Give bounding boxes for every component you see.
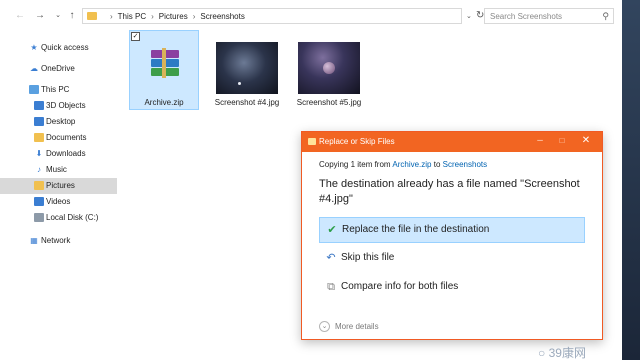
sidebar-item-label: Local Disk (C:) [46, 213, 99, 222]
recent-locations-chevron-icon[interactable]: ⌄ [52, 10, 64, 22]
breadcrumb-separator-icon: › [151, 12, 154, 21]
source-link[interactable]: Archive.zip [392, 160, 431, 169]
address-dropdown-icon[interactable]: ⌄ [466, 12, 472, 20]
folder-icon [34, 133, 44, 142]
search-placeholder: Search Screenshots [490, 12, 563, 21]
option-label: Skip this file [341, 252, 395, 263]
file-explorer-window: ← → ⌄ ↑ › This PC › Pictures › Screenshots ⌄ … [0, 0, 622, 360]
music-folder-icon: ♪ [37, 165, 41, 174]
network-icon: ▦ [30, 236, 38, 245]
more-details-label: More details [335, 322, 379, 331]
address-toolbar: ← → ⌄ ↑ › This PC › Pictures › Screenshots ⌄ … [0, 0, 622, 32]
breadcrumb-separator-icon: › [110, 12, 113, 21]
copy-mid: to [433, 160, 441, 169]
sidebar-item-desktop[interactable]: Desktop [0, 114, 117, 130]
folder-icon [34, 181, 44, 190]
chevron-down-icon: ⌄ [319, 321, 330, 332]
computer-icon [29, 85, 39, 94]
folder-icon [34, 197, 44, 206]
selection-checkbox[interactable]: ✓ [131, 32, 140, 41]
copy-status: Copying 1 item from Archive.zip to Scree… [319, 160, 487, 169]
sidebar-item-label: Documents [46, 133, 87, 142]
winrar-archive-icon [148, 48, 182, 78]
sidebar-item-3d-objects[interactable]: 3D Objects [0, 98, 117, 114]
close-icon[interactable]: ✕ [580, 135, 592, 147]
sidebar-item-videos[interactable]: Videos [0, 194, 117, 210]
maximize-icon[interactable]: □ [556, 135, 568, 147]
sidebar-item-documents[interactable]: Documents [0, 130, 117, 146]
folder-icon [34, 101, 44, 110]
replace-or-skip-dialog: Replace or Skip Files – □ ✕ Copying 1 it… [301, 131, 603, 340]
disk-icon [34, 213, 44, 222]
dialog-titlebar[interactable]: Replace or Skip Files – □ ✕ [302, 132, 602, 152]
option-label: Compare info for both files [341, 281, 459, 292]
watermark-logo-icon: ○ [538, 346, 546, 360]
breadcrumb-screenshots[interactable]: Screenshots [200, 12, 244, 21]
minimize-icon[interactable]: – [534, 135, 546, 147]
folder-icon [87, 12, 97, 20]
sidebar-item-music[interactable]: ♪ Music [0, 162, 117, 178]
sidebar-item-label: Downloads [46, 149, 86, 158]
sidebar-item-label: OneDrive [41, 64, 75, 73]
dialog-title: Replace or Skip Files [319, 137, 395, 146]
search-input[interactable]: Search Screenshots ⚲ [484, 8, 614, 24]
sidebar-item-label: This PC [41, 85, 70, 94]
replace-file-option[interactable]: ✔ Replace the file in the destination [319, 217, 585, 243]
cloud-icon: ☁ [30, 64, 38, 73]
watermark-text: 39康网 [548, 346, 586, 360]
navigation-pane: ★ Quick access ☁ OneDrive This PC 3D Obj… [0, 32, 120, 360]
compare-files-option[interactable]: ⧉ Compare info for both files [319, 275, 585, 301]
planet-icon [323, 62, 335, 74]
address-box[interactable]: › This PC › Pictures › Screenshots [82, 8, 462, 24]
sidebar-item-network[interactable]: ▦ Network [0, 233, 117, 249]
breadcrumb-pictures[interactable]: Pictures [159, 12, 188, 21]
sidebar-item-label: Desktop [46, 117, 76, 126]
file-name: Screenshot #5.jpg [296, 98, 362, 107]
sidebar-item-label: Quick access [41, 43, 89, 52]
file-item-screenshot-4[interactable] [216, 42, 278, 94]
sidebar-item-downloads[interactable]: ⬇ Downloads [0, 146, 117, 162]
sidebar-item-label: Music [46, 165, 67, 174]
sidebar-item-label: 3D Objects [46, 101, 86, 110]
moon-icon [238, 82, 241, 85]
checkmark-icon: ✔ [327, 224, 337, 236]
watermark: ○ 39康网 [538, 344, 586, 360]
star-icon: ★ [30, 43, 38, 52]
file-copy-icon [308, 138, 316, 145]
option-label: Replace the file in the destination [342, 224, 490, 235]
sidebar-item-onedrive[interactable]: ☁ OneDrive [0, 61, 117, 77]
sidebar-item-label: Pictures [46, 181, 75, 190]
back-arrow-icon[interactable]: ← [14, 10, 26, 22]
compare-documents-icon: ⧉ [327, 281, 335, 293]
sidebar-item-label: Network [41, 236, 71, 245]
conflict-headline: The destination already has a file named… [319, 178, 580, 205]
search-icon: ⚲ [602, 11, 609, 21]
breadcrumb-separator-icon: › [192, 12, 196, 21]
sidebar-item-pictures[interactable]: Pictures [0, 178, 117, 194]
breadcrumb-this-pc[interactable]: This PC [118, 12, 146, 21]
sidebar-item-this-pc[interactable]: This PC [0, 82, 117, 98]
copy-prefix: Copying 1 item from [319, 160, 391, 169]
sidebar-item-label: Videos [46, 197, 71, 206]
up-arrow-icon[interactable]: ↑ [66, 10, 78, 22]
file-name: Screenshot #4.jpg [214, 98, 280, 107]
desktop-background-strip [622, 0, 640, 360]
forward-arrow-icon[interactable]: → [34, 10, 46, 22]
destination-link[interactable]: Screenshots [443, 160, 487, 169]
breadcrumb: › This PC › Pictures › Screenshots [105, 12, 245, 21]
download-folder-icon: ⬇ [35, 149, 43, 158]
skip-file-option[interactable]: ↶ Skip this file [319, 246, 585, 272]
sidebar-item-quick-access[interactable]: ★ Quick access [0, 40, 117, 56]
skip-arrow-icon: ↶ [326, 252, 336, 264]
file-item-screenshot-5[interactable] [298, 42, 360, 94]
sidebar-item-local-disk[interactable]: Local Disk (C:) [0, 210, 117, 226]
file-name: Archive.zip [144, 98, 184, 107]
folder-icon [34, 117, 44, 126]
